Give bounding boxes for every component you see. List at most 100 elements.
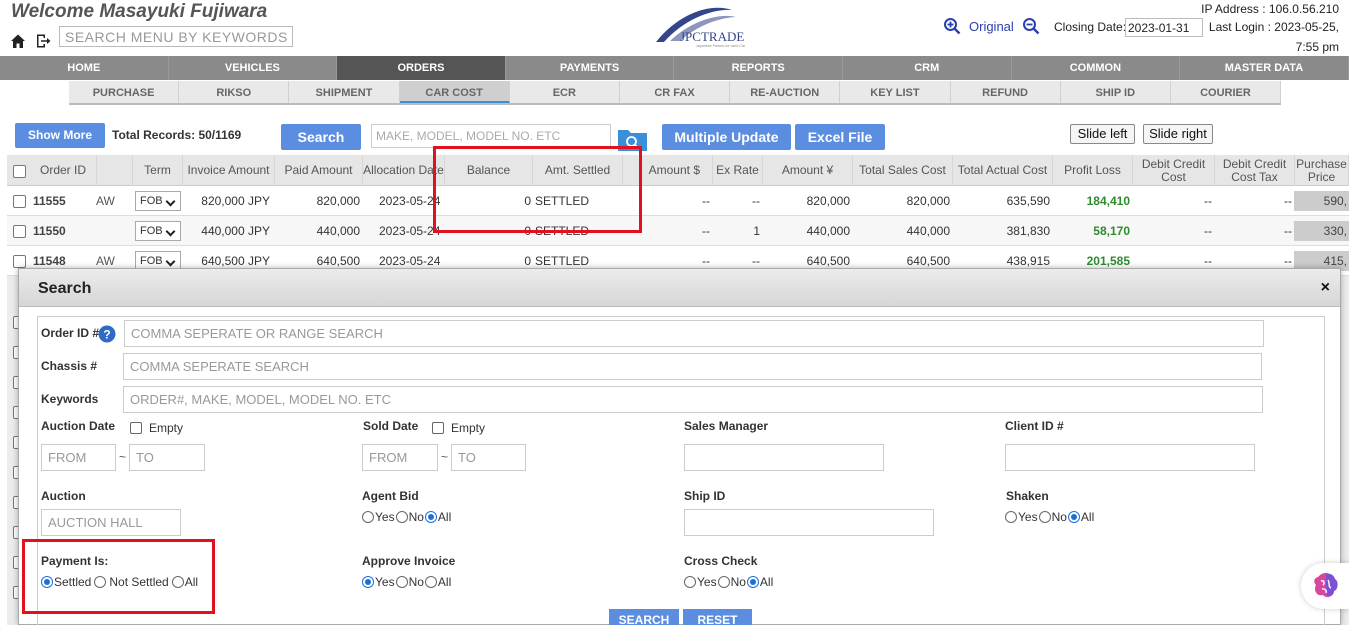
nav-orders[interactable]: ORDERS bbox=[337, 56, 506, 80]
welcome-text: Welcome Masayuki Fujiwara bbox=[11, 1, 268, 22]
auction-date-from[interactable] bbox=[41, 444, 116, 471]
sold-date-empty-checkbox[interactable] bbox=[432, 422, 444, 434]
subnav-purchase[interactable]: PURCHASE bbox=[69, 81, 180, 103]
nav-common[interactable]: COMMON bbox=[1012, 56, 1181, 80]
yes-label: Yes bbox=[375, 575, 395, 589]
chassis-label: Chassis # bbox=[41, 359, 98, 373]
yes-label: Yes bbox=[697, 575, 717, 589]
approve-invoice-yes-radio[interactable] bbox=[362, 576, 374, 588]
subnav-courier[interactable]: COURIER bbox=[1171, 81, 1282, 103]
th-order-id[interactable]: Order ID bbox=[31, 155, 97, 186]
cross-check-yes-radio[interactable] bbox=[684, 576, 696, 588]
order-id-input[interactable] bbox=[124, 320, 1264, 347]
subnav-refund[interactable]: REFUND bbox=[951, 81, 1061, 103]
nav-crm[interactable]: CRM bbox=[843, 56, 1012, 80]
th-total-actual-cost[interactable]: Total Actual Cost bbox=[953, 155, 1053, 186]
modal-reset-button[interactable]: RESET bbox=[683, 609, 752, 625]
keywords-input[interactable] bbox=[123, 386, 1263, 413]
th-ex-rate[interactable]: Ex Rate bbox=[713, 155, 763, 186]
ip-address: IP Address : 106.0.56.210 bbox=[1201, 2, 1339, 16]
subnav-key-list[interactable]: KEY LIST bbox=[840, 81, 951, 103]
sold-date-to[interactable] bbox=[451, 444, 526, 471]
th-term[interactable]: Term bbox=[133, 155, 183, 186]
aw-flag: AW bbox=[96, 194, 115, 208]
agent-bid-all-radio[interactable] bbox=[424, 511, 437, 523]
shaken-no-radio[interactable] bbox=[1038, 511, 1051, 523]
th-invoice-amount[interactable]: Invoice Amount bbox=[183, 155, 275, 186]
subnav-ecr[interactable]: ECR bbox=[510, 81, 620, 103]
amount-jpy: 440,000 bbox=[806, 224, 850, 238]
auction-date-empty-checkbox[interactable] bbox=[130, 422, 142, 434]
make-model-search-input[interactable] bbox=[371, 124, 611, 148]
agent-bid-no-radio[interactable] bbox=[395, 511, 408, 523]
order-id[interactable]: 11550 bbox=[33, 216, 66, 246]
row-checkbox[interactable] bbox=[13, 255, 26, 268]
modal-title: Search bbox=[38, 280, 92, 297]
th-total-sales-cost[interactable]: Total Sales Cost bbox=[853, 155, 953, 186]
search-button[interactable]: Search bbox=[281, 124, 361, 150]
approve-invoice-no-radio[interactable] bbox=[395, 576, 408, 588]
subnav-rikso[interactable]: RIKSO bbox=[179, 81, 290, 103]
th-purchase-price[interactable]: Purchase Price bbox=[1295, 155, 1349, 186]
close-icon[interactable]: × bbox=[1321, 279, 1330, 297]
nav-vehicles[interactable]: VEHICLES bbox=[169, 56, 338, 80]
slide-right-button[interactable]: Slide right bbox=[1143, 124, 1213, 144]
subnav-re-auction[interactable]: RE-AUCTION bbox=[730, 81, 841, 103]
th-blank bbox=[97, 155, 133, 186]
client-id-input[interactable] bbox=[1005, 444, 1255, 471]
th-amount-jpy[interactable]: Amount ¥ bbox=[763, 155, 853, 186]
chassis-input[interactable] bbox=[123, 353, 1262, 380]
agent-bid-yes-radio[interactable] bbox=[362, 511, 374, 523]
nav-home[interactable]: HOME bbox=[0, 56, 169, 80]
ship-id-label: Ship ID bbox=[684, 489, 726, 503]
table-row[interactable]: 11555 AW FOB 820,000 JPY 820,000 2023-05… bbox=[7, 186, 1349, 216]
modal-search-button[interactable]: SEARCH bbox=[609, 609, 679, 625]
th-debit-credit-cost[interactable]: Debit Credit Cost bbox=[1133, 155, 1215, 186]
row-checkbox[interactable] bbox=[13, 225, 26, 238]
subnav-ship-id[interactable]: SHIP ID bbox=[1061, 81, 1171, 103]
row-checkbox[interactable] bbox=[13, 195, 26, 208]
subnav-car-cost[interactable]: CAR COST bbox=[399, 81, 510, 103]
nav-master-data[interactable]: MASTER DATA bbox=[1180, 56, 1349, 80]
paid-amount: 440,000 bbox=[316, 224, 360, 238]
zoom-out-icon[interactable] bbox=[1022, 17, 1040, 35]
cross-check-radios: Yes No All bbox=[684, 575, 774, 589]
th-profit-loss[interactable]: Profit Loss bbox=[1053, 155, 1133, 186]
shaken-all-radio[interactable] bbox=[1067, 511, 1080, 523]
select-all-checkbox[interactable] bbox=[13, 165, 26, 178]
assistant-badge[interactable] bbox=[1301, 563, 1349, 609]
amount-jpy: 820,000 bbox=[806, 194, 850, 208]
excel-file-button[interactable]: Excel File bbox=[795, 124, 885, 150]
zoom-in-icon[interactable] bbox=[943, 17, 961, 35]
sales-manager-input[interactable] bbox=[684, 444, 884, 471]
home-icon[interactable] bbox=[10, 33, 26, 49]
ship-id-input[interactable] bbox=[684, 509, 934, 536]
slide-left-button[interactable]: Slide left bbox=[1070, 124, 1135, 144]
menu-search-input[interactable] bbox=[59, 26, 293, 47]
table-row[interactable]: 11550 FOB 440,000 JPY 440,000 2023-05-24… bbox=[7, 216, 1349, 246]
order-id[interactable]: 11555 bbox=[33, 186, 66, 216]
show-more-button[interactable]: Show More bbox=[15, 123, 105, 148]
shaken-yes-radio[interactable] bbox=[1005, 511, 1017, 523]
term-select[interactable]: FOB bbox=[135, 191, 181, 211]
auction-date-range-separator: ~ bbox=[119, 450, 127, 464]
term-select[interactable]: FOB bbox=[135, 221, 181, 241]
auction-hall-input[interactable] bbox=[41, 509, 181, 536]
sold-date-from[interactable] bbox=[362, 444, 438, 471]
subnav-cr-fax[interactable]: CR FAX bbox=[620, 81, 731, 103]
cross-check-all-radio[interactable] bbox=[746, 576, 759, 588]
profit-loss: 184,410 bbox=[1086, 194, 1130, 208]
th-paid-amount[interactable]: Paid Amount bbox=[275, 155, 363, 186]
help-icon[interactable]: ? bbox=[98, 325, 116, 343]
nav-payments[interactable]: PAYMENTS bbox=[506, 56, 675, 80]
zoom-original-link[interactable]: Original bbox=[969, 19, 1014, 34]
nav-reports[interactable]: REPORTS bbox=[674, 56, 843, 80]
closing-date-input[interactable] bbox=[1125, 18, 1203, 37]
approve-invoice-all-radio[interactable] bbox=[424, 576, 437, 588]
logout-icon[interactable] bbox=[35, 33, 51, 49]
th-debit-credit-cost-tax[interactable]: Debit Credit Cost Tax bbox=[1215, 155, 1295, 186]
subnav-shipment[interactable]: SHIPMENT bbox=[289, 81, 400, 103]
auction-date-to[interactable] bbox=[129, 444, 205, 471]
cross-check-no-radio[interactable] bbox=[717, 576, 730, 588]
multiple-update-button[interactable]: Multiple Update bbox=[662, 124, 791, 150]
